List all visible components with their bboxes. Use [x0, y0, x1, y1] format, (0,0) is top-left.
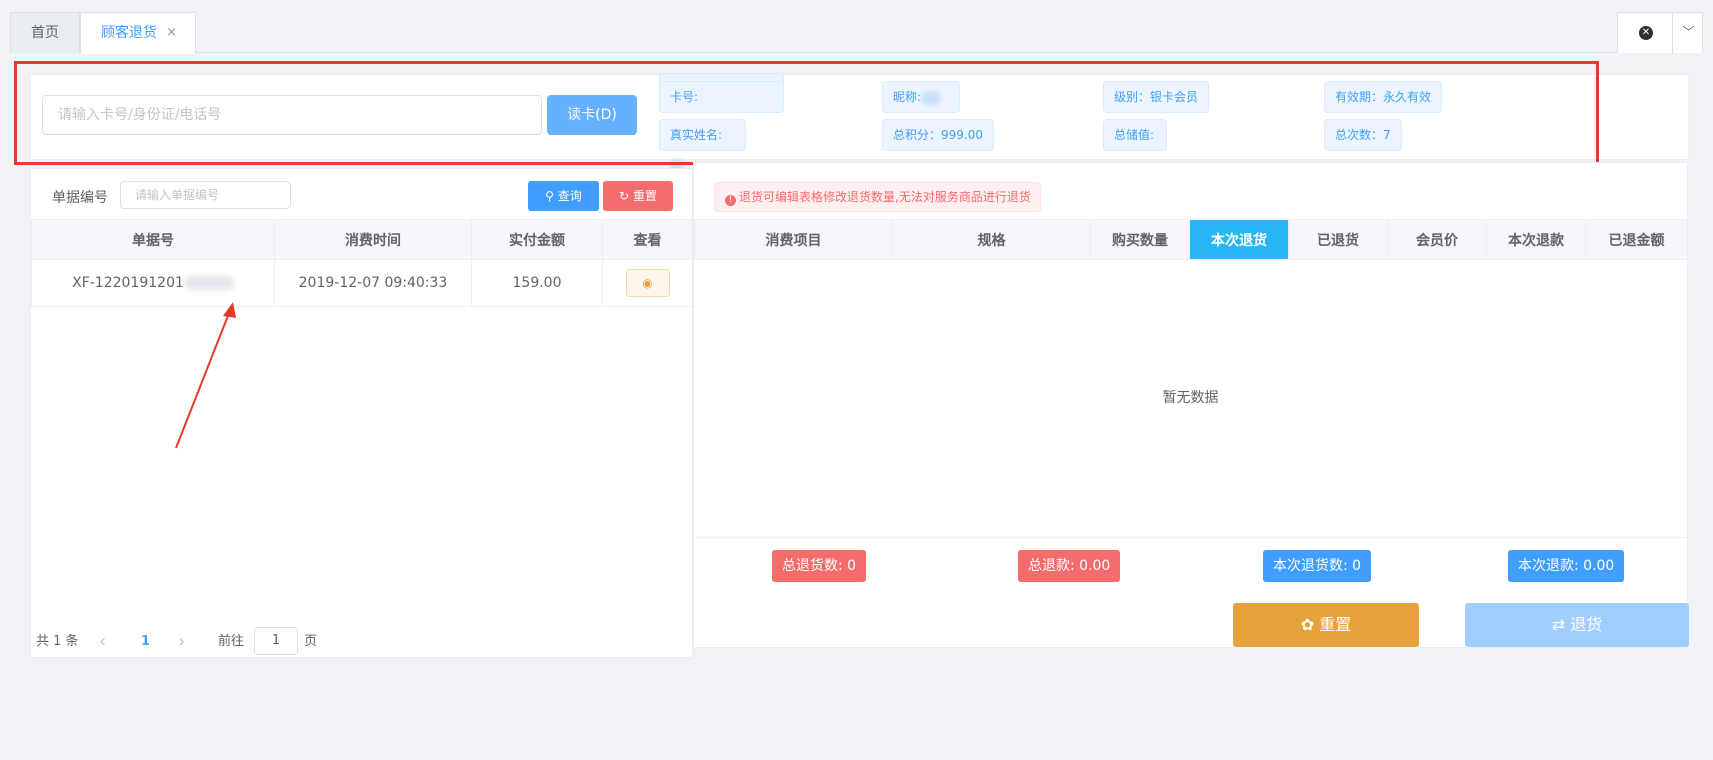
- empty-state: 暂无数据: [694, 259, 1687, 538]
- prev-page-button[interactable]: ‹: [99, 627, 106, 657]
- column-header: 单据号: [31, 219, 275, 260]
- reset-return-label: 重置: [1319, 615, 1352, 634]
- goto-label: 前往: [218, 634, 245, 649]
- column-header: 查看: [602, 219, 693, 260]
- column-header: 消费项目: [694, 219, 893, 260]
- real-name-label: 真实姓名:: [670, 128, 723, 142]
- query-label: 查询: [557, 189, 582, 203]
- column-header: 已退货: [1288, 219, 1388, 260]
- card-search-input[interactable]: 请输入卡号/身份证/电话号: [42, 95, 542, 135]
- redacted-value: [921, 90, 942, 105]
- total-refund-badge: 总退款: 0.00: [1018, 550, 1121, 582]
- redacted-value: [183, 276, 234, 290]
- nickname-label: 昵称:: [893, 90, 922, 104]
- real-name-field: 真实姓名:: [659, 119, 746, 173]
- this-refund-badge: 本次退款: 0.00: [1508, 550, 1625, 582]
- tab-tools: ✕ ﹀: [1617, 12, 1704, 54]
- total-return-count-badge: 总退货数: 0: [772, 550, 867, 582]
- order-no: XF-1220191201: [72, 275, 184, 291]
- level-field: 级别：银卡会员: [1103, 81, 1210, 113]
- read-card-button[interactable]: 读卡(D): [547, 95, 637, 135]
- query-button[interactable]: ⚲ 查询: [528, 181, 599, 211]
- column-header: 会员价: [1387, 219, 1487, 260]
- column-header: 规格: [892, 219, 1091, 260]
- column-header: 已退金额: [1585, 219, 1688, 260]
- column-header: 本次退款: [1486, 219, 1586, 260]
- orders-panel: 单据编号 请输入单据编号 ⚲ 查询 ↻ 重置 单据号 消费时间 实付金额 查看 …: [30, 168, 693, 658]
- return-label: 退货: [1570, 615, 1603, 634]
- order-time-cell: 2019-12-07 09:40:33: [274, 259, 472, 307]
- return-button[interactable]: ⇄ 退货: [1465, 603, 1689, 647]
- returns-panel: ! 退货可编辑表格修改退货数量,无法对服务商品进行退货 消费项目 规格 购买数量 …: [693, 162, 1689, 648]
- column-header: 实付金额: [471, 219, 603, 260]
- warning-text: 退货可编辑表格修改退货数量,无法对服务商品进行退货: [739, 190, 1031, 204]
- gear-icon: ✿: [1300, 615, 1315, 634]
- eye-icon[interactable]: ◉: [625, 269, 670, 297]
- this-return-count-badge: 本次退货数: 0: [1263, 550, 1372, 582]
- reset-button[interactable]: ↻ 重置: [603, 181, 673, 211]
- page-unit-label: 页: [304, 634, 318, 649]
- tab-home[interactable]: 首页: [10, 12, 80, 53]
- column-header-highlighted: 本次退货: [1189, 219, 1289, 260]
- total-count: 共 1 条: [36, 634, 79, 649]
- card-no-label: 卡号:: [670, 90, 699, 104]
- returns-table: 消费项目 规格 购买数量 本次退货 已退货 会员价 本次退款 已退金额: [694, 219, 1688, 260]
- card-no-field: 卡号:: [659, 81, 784, 135]
- view-cell: ◉: [602, 259, 693, 307]
- next-page-button[interactable]: ›: [178, 627, 185, 657]
- warning-alert: ! 退货可编辑表格修改退货数量,无法对服务商品进行退货: [714, 182, 1041, 212]
- search-icon: ⚲: [545, 189, 554, 203]
- page-number[interactable]: 1: [141, 627, 150, 657]
- tab-label: 顾客退货: [101, 25, 157, 41]
- reset-return-button[interactable]: ✿ 重置: [1233, 603, 1419, 647]
- column-header: 消费时间: [274, 219, 472, 260]
- column-header: 购买数量: [1090, 219, 1190, 260]
- order-no-label: 单据编号: [52, 190, 108, 206]
- order-amount-cell: 159.00: [471, 259, 603, 307]
- validity-field: 有效期：永久有效: [1324, 81, 1443, 113]
- table-header: 消费项目 规格 购买数量 本次退货 已退货 会员价 本次退款 已退金额: [694, 219, 1688, 260]
- close-all-icon[interactable]: ✕: [1639, 26, 1653, 40]
- reset-label: 重置: [632, 189, 657, 203]
- chevron-down-icon[interactable]: ﹀: [1672, 13, 1704, 54]
- table-header: 单据号 消费时间 实付金额 查看: [31, 219, 693, 260]
- times-field: 总次数：7: [1324, 119, 1402, 151]
- warning-icon: !: [725, 195, 736, 206]
- close-icon[interactable]: ×: [166, 13, 177, 53]
- refresh-icon: ↻: [619, 189, 630, 203]
- stored-value-field: 总储值:: [1103, 119, 1167, 151]
- tab-customer-return[interactable]: 顾客退货 ×: [80, 12, 196, 54]
- tab-bar: 首页 顾客退货 × ✕ ﹀: [10, 12, 1704, 54]
- swap-icon: ⇄: [1551, 615, 1566, 634]
- page-jump-input[interactable]: 1: [254, 627, 298, 655]
- table-row[interactable]: XF-1220191201 2019-12-07 09:40:33 159.00…: [31, 259, 693, 307]
- red-arrow-annotation: [175, 302, 236, 449]
- orders-table: 单据号 消费时间 实付金额 查看 XF-1220191201 2019-12-0…: [31, 219, 693, 307]
- points-field: 总积分：999.00: [882, 119, 994, 151]
- order-no-input[interactable]: 请输入单据编号: [120, 181, 291, 209]
- member-card: 请输入卡号/身份证/电话号 读卡(D) 卡号: 昵称: 级别：银卡会员 有效期：…: [30, 73, 1689, 173]
- nickname-field: 昵称:: [882, 81, 960, 113]
